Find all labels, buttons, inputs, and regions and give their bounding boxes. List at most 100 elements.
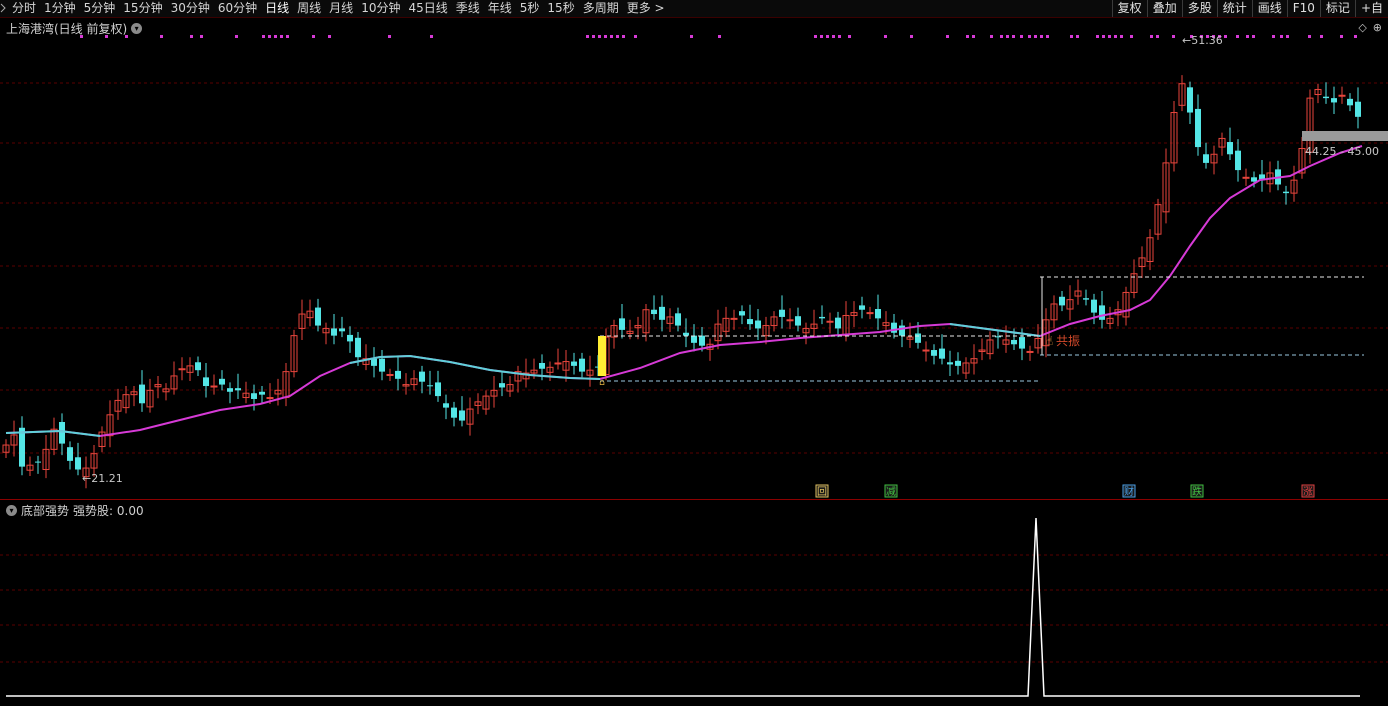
event-badge-3: 跌 (1192, 485, 1202, 498)
crosshair-icon[interactable]: ⊕ (1373, 21, 1382, 34)
signal-dot (312, 35, 315, 38)
tab-11[interactable]: 季线 (452, 0, 484, 17)
signal-dot (592, 35, 595, 38)
event-badge-0: 回 (817, 486, 827, 498)
candle-body-down (859, 305, 865, 310)
candle-body-down (1019, 337, 1025, 349)
candle-body-down (371, 358, 377, 366)
main-chart-title-bar: 上海港湾(日线 前复权) ▾ (6, 20, 143, 37)
signal-dot (1020, 35, 1023, 38)
tool-button-0[interactable]: 复权 (1111, 0, 1147, 17)
candle-body-down (459, 410, 465, 421)
candle-body-up (1026, 350, 1034, 353)
signal-dot (388, 35, 391, 38)
candle-body-down (795, 316, 801, 326)
tool-button-2[interactable]: 多股 (1181, 0, 1217, 17)
tab-16[interactable]: 更多 > (623, 0, 669, 17)
candle-body-down (251, 393, 257, 399)
corner-icons: ◇ ⊕ (1358, 21, 1382, 34)
tool-button-7[interactable]: +自 (1354, 0, 1388, 17)
signal-dot (1252, 35, 1255, 38)
signal-dot (1354, 35, 1357, 38)
signal-dot (1286, 35, 1289, 38)
candle-body-down (235, 388, 241, 391)
signal-dot (634, 35, 637, 38)
signal-dot (814, 35, 817, 38)
candle-body-up (178, 368, 186, 371)
event-badge-4: 涨 (1303, 486, 1313, 498)
tool-button-4[interactable]: 画线 (1251, 0, 1287, 17)
period-tabs: 分时 1分钟 5分钟 15分钟 30分钟 60分钟 日线 周线 月线 10分钟 45日线 季线 年线 5秒… (8, 0, 669, 17)
tool-button-3[interactable]: 统计 (1216, 0, 1252, 17)
diamond-icon[interactable]: ◇ (1358, 21, 1366, 34)
candle-body-up (730, 317, 738, 320)
signal-dot (1224, 35, 1227, 38)
dropdown-icon[interactable]: ▾ (131, 23, 143, 34)
signal-dot (1280, 35, 1283, 38)
candle-body-down (779, 309, 785, 317)
tab-13[interactable]: 5秒 (516, 0, 544, 17)
tab-3[interactable]: 15分钟 (119, 0, 166, 17)
tab-1[interactable]: 1分钟 (40, 0, 80, 17)
candle-body-down (1235, 150, 1241, 171)
tab-6[interactable]: 日线 (261, 0, 293, 17)
signal-dot (274, 35, 277, 38)
candle-body-down (203, 377, 209, 387)
signal-dot (286, 35, 289, 38)
indicator-value: 强势股: 0.00 (73, 504, 144, 518)
candle-body-down (347, 334, 353, 342)
candle-body-down (1227, 142, 1233, 155)
tab-15[interactable]: 多周期 (579, 0, 623, 17)
tab-10[interactable]: 45日线 (404, 0, 451, 17)
candle-body-down (947, 362, 953, 365)
tab-5[interactable]: 60分钟 (214, 0, 261, 17)
menu-arrow-icon[interactable] (0, 3, 6, 13)
tab-0[interactable]: 分时 (8, 0, 40, 17)
candle-body-down (819, 316, 825, 319)
moving-average-line (5, 145, 1363, 438)
tool-button-6[interactable]: 标记 (1319, 0, 1355, 17)
signal-dot (1046, 35, 1049, 38)
candle-body-up (266, 397, 274, 400)
candle-body-down (1203, 154, 1209, 163)
tab-12[interactable]: 年线 (484, 0, 516, 17)
tab-2[interactable]: 5分钟 (80, 0, 120, 17)
kline-chart[interactable]: ⌂ ←51.36 ←21.21 44.25 - 45.00 ☝ 共振回 减 财 跌 涨 (0, 18, 1388, 499)
candle-body-down (1099, 305, 1105, 320)
tool-button-5[interactable]: F10 (1286, 0, 1320, 17)
candle-body-up (1338, 94, 1346, 97)
candle-body-down (443, 403, 449, 408)
tab-4[interactable]: 30分钟 (167, 0, 214, 17)
tab-8[interactable]: 月线 (325, 0, 357, 17)
signal-dot (235, 35, 238, 38)
signal-dot (820, 35, 823, 38)
candle-body-down (955, 360, 961, 366)
candle-body-down (915, 333, 921, 343)
candle-body-down (835, 317, 841, 329)
min-price-label: ←21.21 (82, 472, 123, 485)
dropdown-icon[interactable]: ▾ (6, 505, 17, 516)
signal-dot (598, 35, 601, 38)
indicator-chart[interactable] (0, 500, 1388, 703)
signal-dot (1150, 35, 1153, 38)
candle-body-down (691, 335, 697, 343)
tab-14[interactable]: 15秒 (543, 0, 578, 17)
candle-body-down (571, 361, 577, 366)
kline-panel[interactable]: ⌂ ←51.36 ←21.21 44.25 - 45.00 ☝ 共振回 减 财 跌 涨 上海港湾(… (0, 18, 1388, 500)
candle-body-down (219, 378, 225, 385)
signal-dot (1102, 35, 1105, 38)
tab-7[interactable]: 周线 (293, 0, 325, 17)
event-badge-1: 减 (886, 486, 896, 498)
candle-body-down (1347, 98, 1353, 106)
candle-body-down (1091, 299, 1097, 313)
candle-body-up (786, 319, 794, 322)
tool-button-1[interactable]: 叠加 (1146, 0, 1182, 17)
indicator-panel[interactable]: ▾ 底部强势 强势股: 0.00 (0, 500, 1388, 703)
price-box-label: 44.25 - 45.00 (1305, 145, 1379, 158)
candle-body-down (435, 382, 441, 397)
tab-9[interactable]: 10分钟 (357, 0, 404, 17)
candle-body-down (1195, 108, 1201, 148)
signal-dot (622, 35, 625, 38)
candle-body-down (619, 318, 625, 330)
signal-dot (826, 35, 829, 38)
